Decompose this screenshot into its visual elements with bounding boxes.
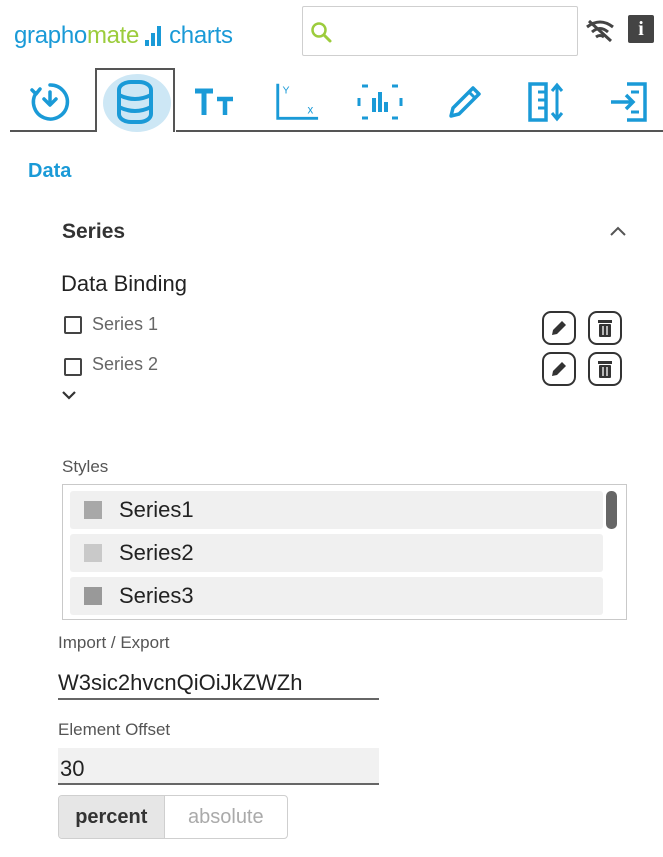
export-icon[interactable] — [605, 78, 653, 126]
style-item-series3[interactable]: Series3 — [70, 577, 603, 615]
logo-text-mate: mate — [86, 22, 140, 49]
series-1-label: Series 1 — [92, 314, 159, 334]
logo-text-grapho: grapho — [14, 22, 87, 49]
series-panel-title[interactable]: Series — [62, 220, 125, 244]
styles-list[interactable]: Series1 Series2 Series3 — [62, 484, 627, 620]
text-icon[interactable] — [190, 78, 238, 126]
search-icon — [309, 20, 333, 49]
logo-bars-icon — [145, 26, 162, 46]
element-offset-label: Element Offset — [58, 720, 171, 739]
sort-icon[interactable] — [522, 78, 570, 126]
style-item-series2[interactable]: Series2 — [70, 534, 603, 572]
styles-label: Styles — [62, 457, 109, 476]
series-1-edit-button[interactable] — [542, 311, 576, 345]
style-item-label: Series3 — [119, 583, 194, 608]
percent-option[interactable]: percent — [59, 796, 165, 838]
axis-icon[interactable]: Y x — [272, 78, 320, 126]
style-swatch — [84, 587, 102, 605]
trash-icon — [598, 361, 612, 378]
pen-icon[interactable] — [441, 78, 489, 126]
offline-wifi-icon[interactable] — [584, 18, 616, 49]
offset-unit-toggle[interactable]: percent absolute — [58, 795, 288, 839]
svg-text:Y: Y — [283, 84, 290, 96]
style-swatch — [84, 501, 102, 519]
series-1-delete-button[interactable] — [588, 311, 622, 345]
trash-icon — [598, 320, 612, 337]
pencil-icon — [552, 362, 566, 376]
style-swatch — [84, 544, 102, 562]
style-item-series1[interactable]: Series1 — [70, 491, 603, 529]
style-item-label: Series2 — [119, 540, 194, 565]
database-icon — [111, 78, 159, 126]
chart-layout-icon[interactable] — [356, 78, 404, 126]
search-input[interactable] — [302, 6, 578, 56]
section-title: Data — [28, 160, 72, 182]
reset-icon[interactable] — [26, 78, 74, 126]
series-2-label: Series 2 — [92, 354, 159, 374]
styles-scrollbar[interactable] — [606, 491, 617, 529]
style-item-label: Series1 — [119, 497, 194, 522]
element-offset-field-bg — [58, 748, 379, 784]
tab-divider-left — [10, 130, 95, 132]
absolute-option[interactable]: absolute — [165, 796, 287, 838]
series-2-checkbox[interactable] — [64, 358, 82, 376]
series-2-edit-button[interactable] — [542, 352, 576, 386]
import-export-label: Import / Export — [58, 633, 170, 652]
series-1-checkbox[interactable] — [64, 316, 82, 334]
logo-text-charts: charts — [169, 22, 233, 49]
import-export-input[interactable]: W3sic2hvcnQiOiJkZWZh — [58, 670, 302, 696]
info-icon[interactable]: i — [628, 15, 654, 43]
element-offset-underline — [58, 783, 379, 785]
tab-divider-right — [176, 130, 663, 132]
chevron-up-icon[interactable] — [608, 224, 628, 243]
graphomate-logo: grapho mate charts — [14, 22, 233, 50]
data-binding-title: Data Binding — [61, 271, 187, 296]
pencil-icon — [552, 321, 566, 335]
element-offset-input[interactable]: 30 — [60, 756, 84, 782]
import-export-underline — [58, 698, 379, 700]
series-2-delete-button[interactable] — [588, 352, 622, 386]
svg-text:x: x — [308, 105, 314, 117]
chevron-down-icon[interactable] — [60, 388, 78, 406]
